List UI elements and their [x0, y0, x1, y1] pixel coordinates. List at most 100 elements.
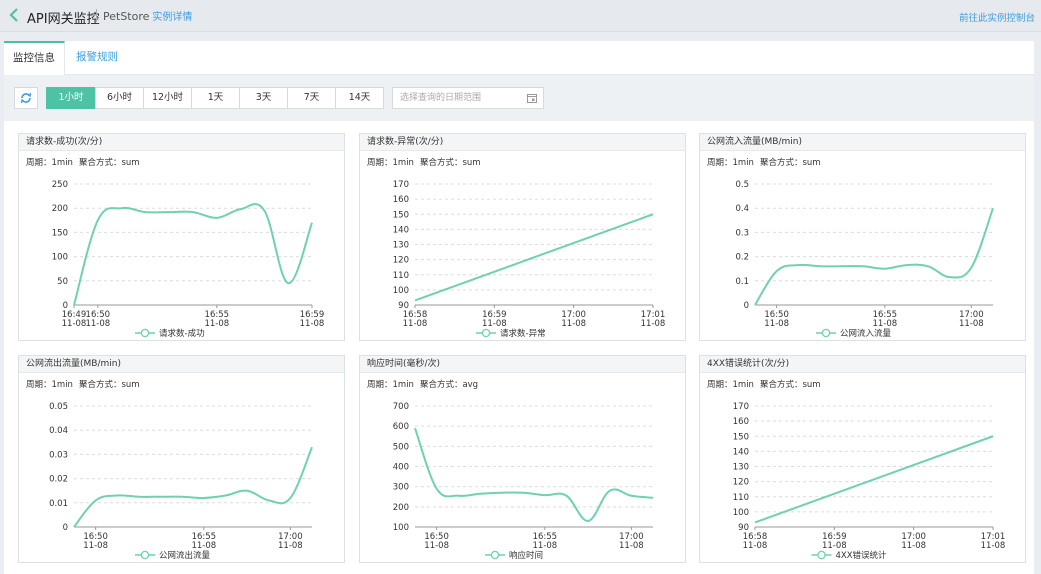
date-range-input[interactable]: 选择查询的日期范围	[392, 87, 544, 109]
chart-card-outbound-traffic: 0 0.01 0.02 0.03 0.04 0.05 16:50 11-08 16:55 11-0…	[18, 355, 345, 563]
y-tick-label: 170	[733, 402, 749, 412]
legend-marker-icon	[140, 550, 150, 560]
x-tick-date-label: 11-08	[901, 541, 926, 551]
x-tick-date-label: 11-08	[482, 319, 507, 329]
y-tick-label: 0.03	[49, 450, 68, 460]
y-tick-label: 0.5	[735, 180, 749, 190]
x-tick-date-label: 11-08	[641, 319, 666, 329]
y-tick-label: 250	[52, 180, 68, 190]
instance-detail-link[interactable]: 实例详情	[152, 12, 192, 23]
y-tick-label: 110	[393, 271, 409, 281]
y-tick-label: 700	[393, 402, 409, 412]
refresh-button[interactable]	[14, 87, 38, 109]
y-tick-label: 120	[733, 478, 749, 488]
calendar-icon[interactable]	[527, 93, 537, 103]
chart-period: 周期：1min	[367, 380, 414, 390]
legend-label: 请求数-异常	[500, 328, 546, 339]
y-tick-label: 0	[63, 523, 68, 533]
y-tick-label: 110	[733, 493, 749, 503]
range-6h-button[interactable]: 6小时	[95, 87, 144, 109]
y-tick-label: 0.4	[735, 204, 749, 214]
refresh-icon	[20, 92, 32, 104]
y-tick-label: 130	[393, 241, 409, 251]
date-range-placeholder: 选择查询的日期范围	[400, 93, 482, 103]
y-tick-label: 0	[744, 301, 749, 311]
legend-label: 响应时间	[509, 550, 543, 561]
series-line	[414, 213, 654, 302]
chart-meta: 周期：1min 聚合方式：sum	[26, 156, 140, 168]
y-tick-label: 140	[733, 447, 749, 457]
chart-agg: 聚合方式：sum	[419, 158, 481, 168]
legend-label: 公网流入流量	[840, 328, 892, 339]
y-tick-label: 130	[733, 463, 749, 473]
chart-agg: 聚合方式：avg	[419, 380, 479, 390]
y-tick-label: 200	[52, 204, 68, 214]
y-tick-label: 100	[393, 523, 409, 533]
range-14d-button[interactable]: 14天	[335, 87, 384, 109]
chart-meta: 周期：1min 聚合方式：sum	[707, 156, 821, 168]
chart-title: 响应时间(毫秒/次)	[360, 356, 685, 373]
tab-monitoring[interactable]: 监控信息	[4, 41, 65, 75]
y-tick-label: 150	[393, 210, 409, 220]
legend-marker-icon	[821, 328, 831, 338]
y-tick-label: 150	[52, 228, 68, 238]
chart-period: 周期：1min	[26, 158, 73, 168]
range-1h-button[interactable]: 1小时	[46, 87, 96, 109]
goto-console-link[interactable]: 前往此实例控制台	[959, 10, 1035, 24]
y-tick-label: 120	[393, 256, 409, 266]
x-tick-date-label: 11-08	[822, 541, 847, 551]
y-tick-label: 500	[393, 442, 409, 452]
chart-period: 周期：1min	[707, 380, 754, 390]
y-tick-label: 400	[393, 463, 409, 473]
legend-label: 4XX错误统计	[836, 550, 888, 561]
chart-meta: 周期：1min 聚合方式：sum	[26, 378, 140, 390]
instance-name-text: PetStore	[103, 10, 150, 23]
chart-card-requests-error: 90 100 110 120 130 140 150 160 170 16:58 11-08 16:5…	[359, 133, 686, 341]
y-tick-label: 100	[393, 286, 409, 296]
title-divider	[96, 9, 97, 22]
range-12h-button[interactable]: 12小时	[143, 87, 192, 109]
chart-period: 周期：1min	[707, 158, 754, 168]
y-tick-label: 0.3	[735, 228, 749, 238]
x-tick-date-label: 11-08	[619, 541, 644, 551]
y-tick-label: 150	[733, 432, 749, 442]
series-line	[73, 202, 313, 306]
x-tick-date-label: 11-08	[191, 541, 216, 551]
series-line	[73, 446, 313, 528]
x-tick-date-label: 11-08	[300, 319, 325, 329]
chart-card-requests-success: 0 50 100 150 200 250 16:49 11-08 16:50 11-08 16:55…	[18, 133, 345, 341]
x-tick-date-label: 11-08	[62, 319, 87, 329]
chart-agg: 聚合方式：sum	[759, 158, 821, 168]
range-7d-button[interactable]: 7天	[287, 87, 336, 109]
tab-alarm-rules[interactable]: 报警规则	[68, 41, 126, 75]
series-line	[754, 435, 994, 524]
series-line	[754, 207, 994, 306]
chart-agg: 聚合方式：sum	[78, 158, 140, 168]
range-3d-button[interactable]: 3天	[239, 87, 288, 109]
y-tick-label: 0.2	[735, 253, 749, 263]
chart-period: 周期：1min	[367, 158, 414, 168]
x-tick-date-label: 11-08	[959, 319, 984, 329]
chart-meta: 周期：1min 聚合方式：sum	[707, 378, 821, 390]
chart-meta: 周期：1min 聚合方式：sum	[367, 156, 481, 168]
x-tick-date-label: 11-08	[532, 541, 557, 551]
range-1d-button[interactable]: 1天	[191, 87, 240, 109]
x-tick-date-label: 11-08	[764, 319, 789, 329]
tab-bar: 监控信息 报警规则	[4, 41, 1034, 75]
y-tick-label: 200	[393, 503, 409, 513]
y-tick-label: 170	[393, 180, 409, 190]
legend-marker-icon	[140, 328, 150, 338]
chart-title: 4XX错误统计(次/分)	[700, 356, 1025, 373]
y-tick-label: 160	[733, 417, 749, 427]
y-tick-label: 0.01	[49, 499, 68, 509]
x-tick-date-label: 11-08	[278, 541, 303, 551]
chart-card-response-time: 100 200 300 400 500 600 700 16:50 11-08 16:55 11-0…	[359, 355, 686, 563]
chart-agg: 聚合方式：sum	[759, 380, 821, 390]
y-tick-label: 0.05	[49, 402, 68, 412]
y-tick-label: 100	[52, 253, 68, 263]
chart-title: 公网流入流量(MB/min)	[700, 134, 1025, 151]
legend-marker-icon	[481, 328, 491, 338]
back-arrow-icon[interactable]	[7, 7, 21, 23]
toolbar: 1小时 6小时 12小时 1天 3天 7天 14天 选择查询的日期范围	[4, 75, 1034, 121]
legend-marker-icon	[817, 550, 826, 560]
